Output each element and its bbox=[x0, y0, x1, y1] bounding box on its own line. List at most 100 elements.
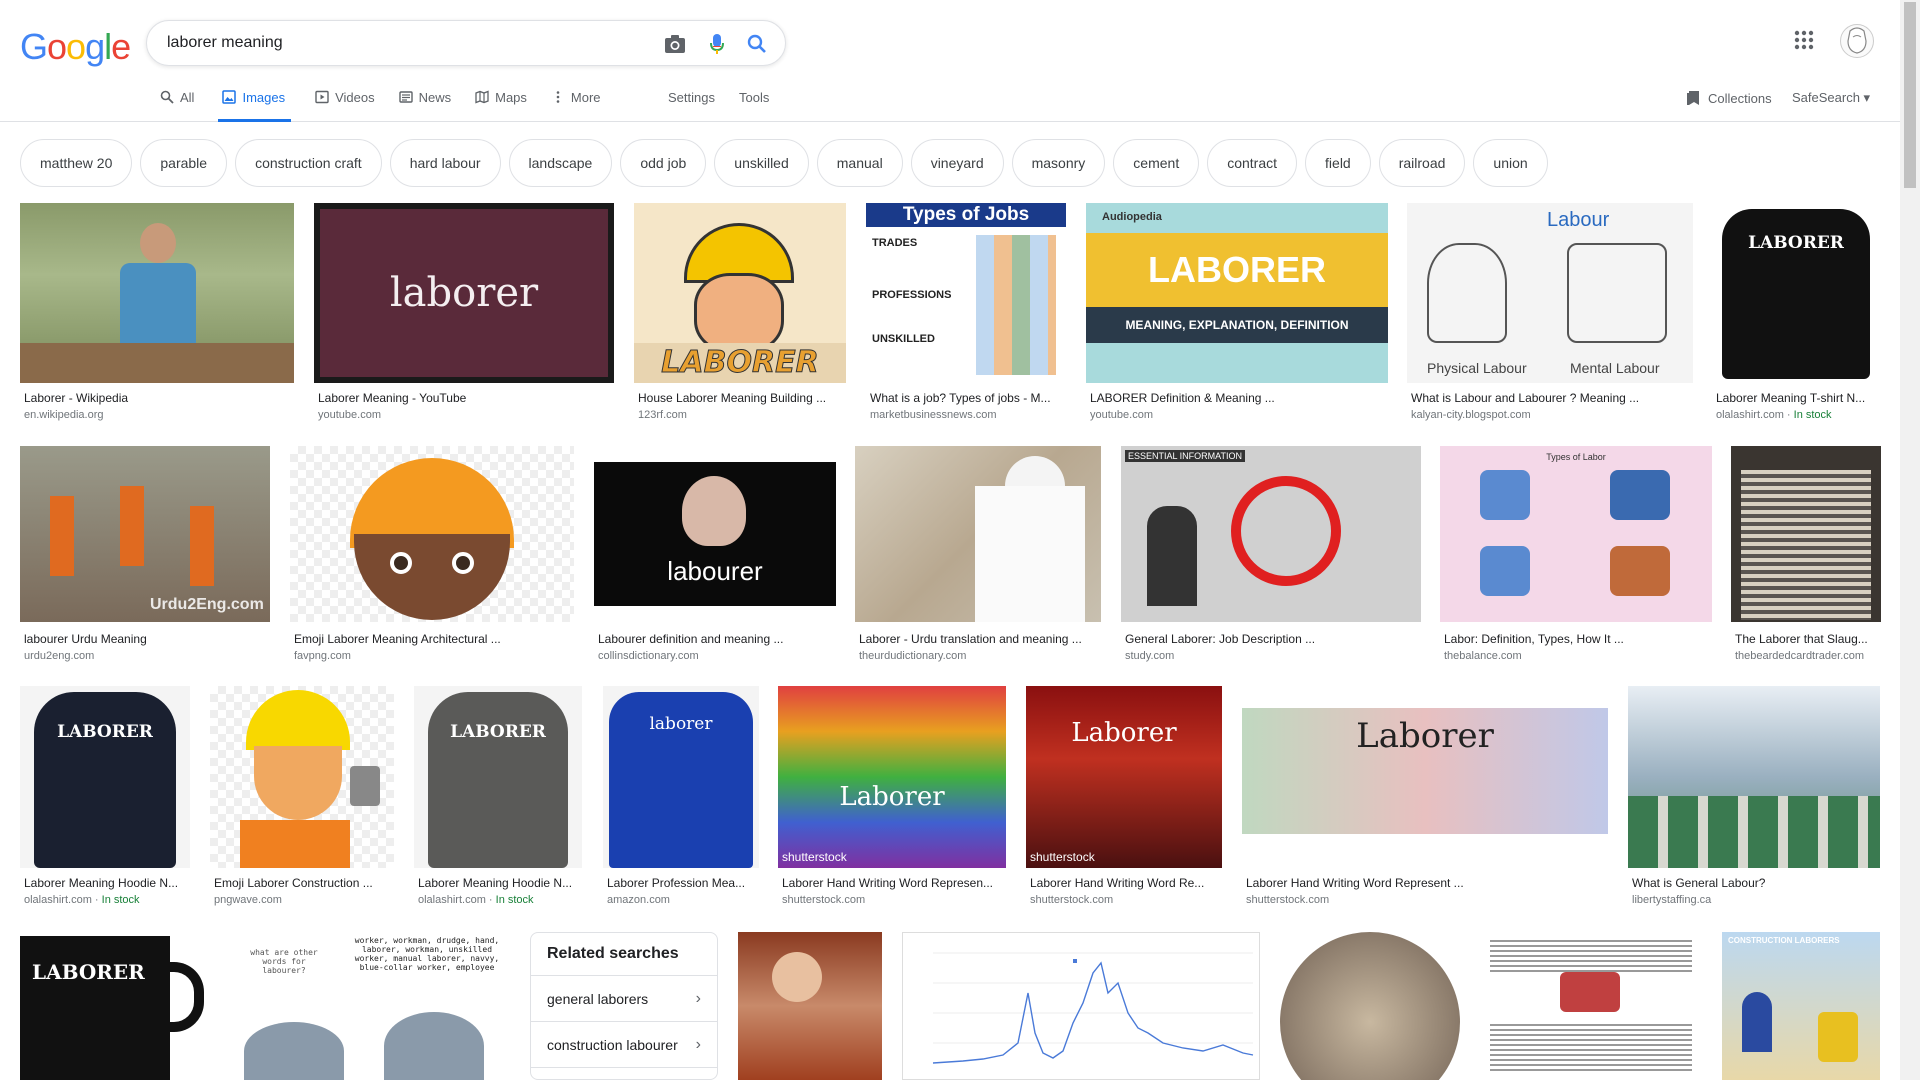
thumb-text: LABORER bbox=[1086, 233, 1388, 307]
image-result[interactable]: LABORER House Laborer Meaning Building .… bbox=[634, 203, 846, 423]
result-thumbnail: Types of Jobs TRADES PROFESSIONS UNSKILL… bbox=[866, 203, 1066, 383]
image-result[interactable]: LABORER Laborer Meaning Hoodie N... olal… bbox=[414, 686, 582, 906]
image-result[interactable]: CONSTRUCTION LABORERS bbox=[1722, 932, 1880, 1080]
chip[interactable]: landscape bbox=[508, 139, 613, 187]
related-search-label: general laborers bbox=[547, 990, 649, 1007]
result-thumbnail: laborer bbox=[603, 686, 759, 868]
image-result[interactable]: Laborer Laborer Hand Writing Word Repres… bbox=[1242, 686, 1608, 906]
image-result[interactable]: Audiopedia LABORER MEANING, EXPLANATION,… bbox=[1086, 203, 1388, 423]
image-result[interactable]: Laborer - Urdu translation and meaning .… bbox=[855, 446, 1101, 666]
thumb-text: Types of Labor bbox=[1546, 452, 1606, 462]
image-result[interactable] bbox=[1280, 932, 1460, 1080]
settings-link[interactable]: Settings bbox=[668, 90, 715, 105]
image-result[interactable]: what are other words for labourer? worke… bbox=[224, 932, 510, 1080]
chip[interactable]: odd job bbox=[620, 139, 707, 187]
result-thumbnail: Laborer shutterstock bbox=[778, 686, 1006, 868]
avatar[interactable] bbox=[1840, 24, 1874, 58]
result-source: marketbusinessnews.com bbox=[870, 409, 997, 421]
image-result[interactable]: LABORER Laborer Meaning T-shirt N... ola… bbox=[1712, 203, 1880, 423]
tab-videos[interactable]: Videos bbox=[315, 84, 375, 122]
image-result[interactable]: Laborer shutterstock Laborer Hand Writin… bbox=[778, 686, 1006, 906]
more-icon bbox=[556, 91, 560, 103]
chip[interactable]: matthew 20 bbox=[20, 139, 133, 187]
legend-swatch bbox=[1073, 959, 1077, 963]
chip[interactable]: hard labour bbox=[389, 139, 501, 187]
related-search-item[interactable]: construction labourer › bbox=[531, 1022, 717, 1068]
apps-grid-icon[interactable] bbox=[1794, 30, 1818, 54]
image-result[interactable]: ESSENTIAL INFORMATION General Laborer: J… bbox=[1121, 446, 1421, 666]
safesearch-dropdown[interactable]: SafeSearch ▾ bbox=[1792, 90, 1870, 106]
source-domain: olalashirt.com bbox=[418, 894, 486, 906]
tab-news[interactable]: News bbox=[398, 84, 451, 122]
image-result[interactable]: What is General Labour? libertystaffing.… bbox=[1628, 686, 1880, 906]
image-result[interactable]: Laborer - Wikipedia en.wikipedia.org bbox=[20, 203, 294, 423]
image-result[interactable]: Emoji Laborer Meaning Architectural ... … bbox=[290, 446, 574, 666]
chip[interactable]: field bbox=[1305, 139, 1371, 187]
overalls-shape bbox=[120, 263, 196, 353]
result-thumbnail: LABORER bbox=[20, 932, 204, 1080]
image-result[interactable] bbox=[738, 932, 882, 1080]
hoodie-shape bbox=[34, 692, 176, 868]
tab-label: Images bbox=[242, 90, 286, 105]
image-result[interactable] bbox=[1480, 932, 1702, 1080]
result-thumbnail: LABORER bbox=[414, 686, 582, 868]
image-result[interactable]: Urdu2Eng.com labourer Urdu Meaning urdu2… bbox=[20, 446, 270, 666]
image-result[interactable] bbox=[902, 932, 1260, 1080]
tab-maps[interactable]: Maps bbox=[475, 84, 527, 122]
result-thumbnail: laborer bbox=[314, 203, 614, 383]
chip[interactable]: construction craft bbox=[235, 139, 382, 187]
related-search-item[interactable]: general laborers › bbox=[531, 976, 717, 1022]
thumb-text: Mental Labour bbox=[1570, 360, 1660, 376]
chip[interactable]: cement bbox=[1113, 139, 1200, 187]
search-input[interactable] bbox=[167, 31, 637, 55]
mug-shape bbox=[20, 936, 170, 1080]
microphone-icon[interactable] bbox=[705, 32, 729, 56]
result-source: collinsdictionary.com bbox=[598, 650, 699, 662]
face-shape bbox=[694, 273, 784, 353]
collections-link[interactable]: Collections bbox=[1686, 90, 1772, 106]
image-result[interactable]: LABORER Laborer Meaning Hoodie N... olal… bbox=[20, 686, 190, 906]
chip[interactable]: unskilled bbox=[714, 139, 809, 187]
image-result[interactable]: Types of Labor Labor: Definition, Types,… bbox=[1440, 446, 1712, 666]
search-box bbox=[146, 20, 786, 66]
chip[interactable]: contract bbox=[1207, 139, 1298, 187]
result-caption: labourer Urdu Meaning bbox=[24, 632, 147, 646]
image-result[interactable]: LABORER bbox=[20, 932, 204, 1080]
result-caption: Emoji Laborer Meaning Architectural ... bbox=[294, 632, 501, 646]
image-result[interactable]: laborer Laborer Profession Mea... amazon… bbox=[603, 686, 759, 906]
image-result[interactable]: Types of Jobs TRADES PROFESSIONS UNSKILL… bbox=[866, 203, 1066, 423]
result-thumbnail bbox=[902, 932, 1260, 1080]
chip[interactable]: parable bbox=[140, 139, 228, 187]
related-searches-title: Related searches bbox=[531, 933, 717, 976]
scrollbar-thumb[interactable] bbox=[1904, 2, 1916, 188]
image-result[interactable]: Emoji Laborer Construction ... pngwave.c… bbox=[210, 686, 394, 906]
video-icon bbox=[315, 90, 329, 104]
camera-icon[interactable] bbox=[663, 32, 687, 56]
collections-label: Collections bbox=[1708, 90, 1772, 106]
image-result[interactable]: Labour Physical Labour Mental Labour Wha… bbox=[1407, 203, 1693, 423]
image-result[interactable]: Laborer shutterstock Laborer Hand Writin… bbox=[1026, 686, 1222, 906]
tab-more[interactable]: More bbox=[551, 84, 601, 122]
tab-all[interactable]: All bbox=[160, 84, 194, 122]
page-scrollbar[interactable] bbox=[1900, 0, 1920, 1080]
chip[interactable]: railroad bbox=[1378, 139, 1466, 187]
tab-images[interactable]: Images bbox=[218, 84, 292, 122]
logo-letter: g bbox=[85, 26, 105, 67]
chip[interactable]: manual bbox=[816, 139, 903, 187]
chip[interactable]: vineyard bbox=[910, 139, 1004, 187]
result-source: olalashirt.com · In stock bbox=[24, 894, 140, 906]
search-icon[interactable] bbox=[745, 32, 769, 56]
result-thumbnail: Laborer bbox=[1242, 686, 1608, 868]
watermark-text: shutterstock bbox=[1030, 850, 1095, 864]
result-caption: What is General Labour? bbox=[1632, 876, 1766, 890]
image-result[interactable]: The Laborer that Slaug... thebeardedcard… bbox=[1731, 446, 1881, 666]
result-source: amazon.com bbox=[607, 894, 670, 906]
watermark-text: shutterstock bbox=[782, 850, 847, 864]
google-logo[interactable]: Google bbox=[20, 26, 131, 68]
image-result[interactable]: labourer Labourer definition and meaning… bbox=[594, 446, 836, 666]
chip[interactable]: masonry bbox=[1011, 139, 1106, 187]
chip[interactable]: union bbox=[1473, 139, 1548, 187]
illustration-shape bbox=[1610, 546, 1670, 596]
image-result[interactable]: laborer Laborer Meaning - YouTube youtub… bbox=[314, 203, 614, 423]
tools-link[interactable]: Tools bbox=[739, 90, 769, 105]
